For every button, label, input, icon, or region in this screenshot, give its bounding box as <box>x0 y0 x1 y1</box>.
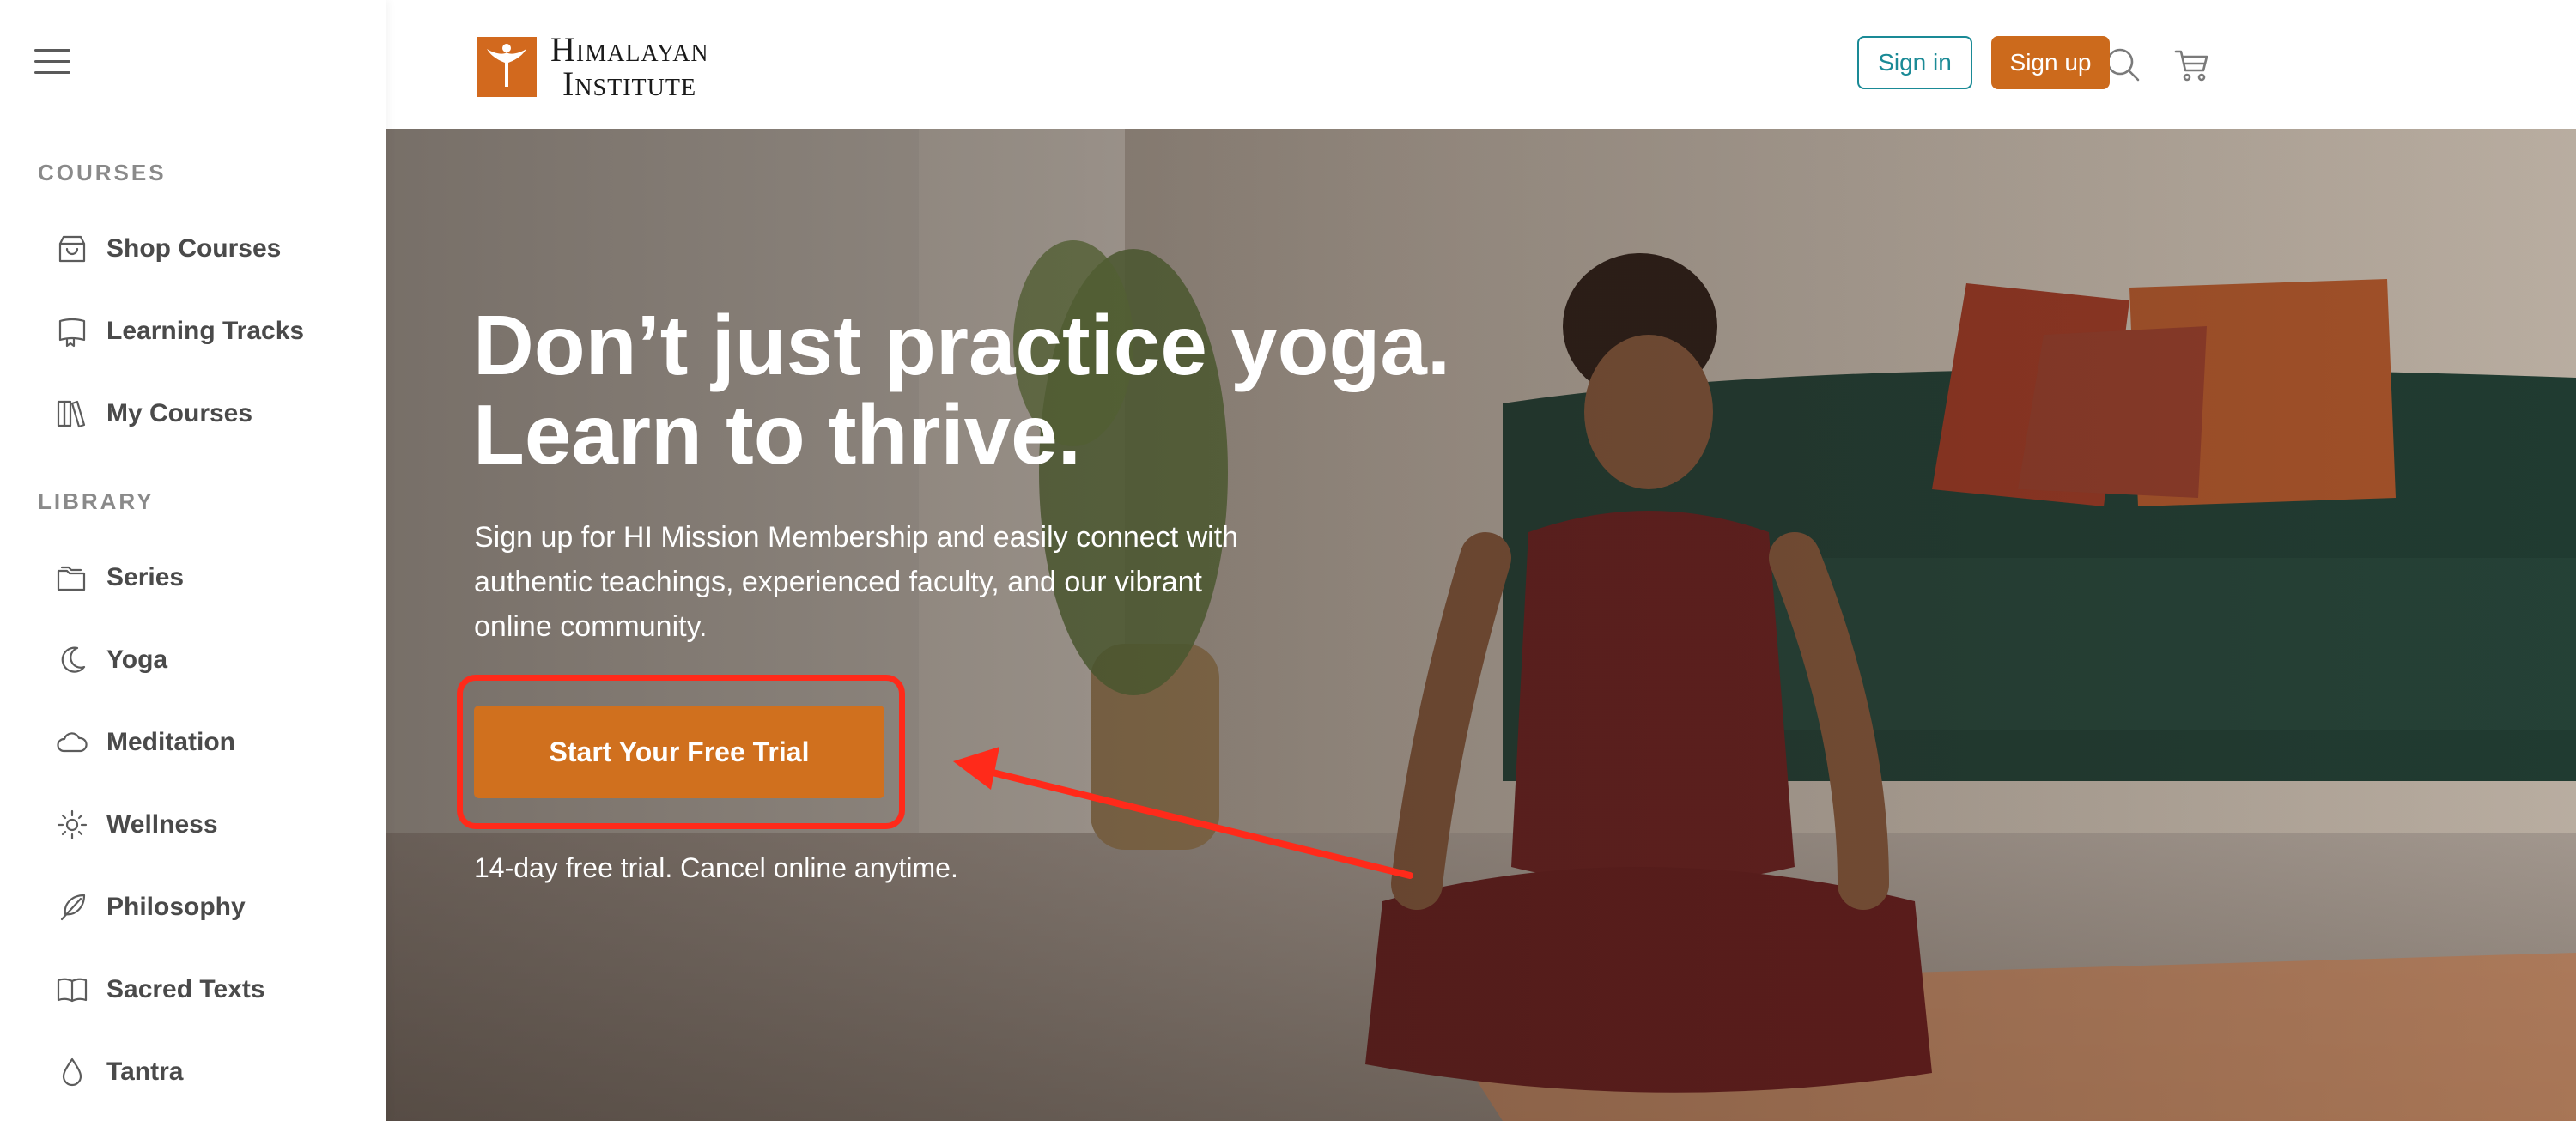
logo-mark <box>477 37 537 97</box>
sidebar-item-philosophy[interactable]: Philosophy <box>53 882 371 933</box>
folders-icon <box>53 559 91 597</box>
moon-icon <box>53 641 91 679</box>
sidebar-item-label: Philosophy <box>106 893 246 921</box>
books-icon <box>53 395 91 433</box>
menu-icon[interactable] <box>34 47 70 76</box>
sidebar-item-meditation[interactable]: Meditation <box>53 717 371 768</box>
sidebar-item-label: Shop Courses <box>106 234 282 263</box>
annotation-arrow <box>953 747 1413 879</box>
sidebar-item-sacred-texts[interactable]: Sacred Texts <box>53 964 371 1015</box>
sign-in-button[interactable]: Sign in <box>1857 36 1972 89</box>
sidebar-item-series[interactable]: Series <box>53 552 371 603</box>
cloud-icon <box>53 724 91 761</box>
sidebar-item-label: My Courses <box>106 399 253 427</box>
section-title-courses: COURSES <box>38 160 167 185</box>
sidebar-item-label: Wellness <box>106 810 218 839</box>
hero-section: Don’t just practice yoga. Learn to thriv… <box>386 129 2576 1121</box>
sidebar-item-label: Series <box>106 563 185 591</box>
open-book-icon <box>53 971 91 1009</box>
sidebar-item-wellness[interactable]: Wellness <box>53 799 371 851</box>
shop-icon <box>53 230 91 268</box>
section-title-library: LIBRARY <box>38 488 155 514</box>
sidebar-item-yoga[interactable]: Yoga <box>53 634 371 686</box>
sidebar: COURSES Shop Courses Learning Tracks My … <box>0 0 386 1121</box>
learning-tracks-icon <box>53 312 91 350</box>
logo-line-1: Himalayan <box>550 30 709 69</box>
sidebar-item-learning-tracks[interactable]: Learning Tracks <box>53 306 371 357</box>
logo[interactable]: Himalayan Institute <box>477 33 709 101</box>
logo-text: Himalayan Institute <box>550 33 709 101</box>
sidebar-item-label: Sacred Texts <box>106 975 265 1003</box>
sidebar-item-tantra[interactable]: Tantra <box>53 1046 371 1098</box>
sign-up-button[interactable]: Sign up <box>1991 36 2110 89</box>
sidebar-item-label: Learning Tracks <box>106 317 305 345</box>
sidebar-item-label: Tantra <box>106 1057 184 1086</box>
sidebar-item-label: Yoga <box>106 645 168 674</box>
feather-icon <box>53 888 91 926</box>
sidebar-item-my-courses[interactable]: My Courses <box>53 388 371 439</box>
sidebar-item-label: Meditation <box>106 728 235 756</box>
sidebar-item-shop-courses[interactable]: Shop Courses <box>53 223 371 275</box>
sun-icon <box>53 806 91 844</box>
drop-icon <box>53 1053 91 1091</box>
top-header: Himalayan Institute Sign in Sign up <box>386 0 2576 130</box>
logo-line-2: Institute <box>562 64 697 103</box>
cart-icon[interactable] <box>2172 45 2212 84</box>
